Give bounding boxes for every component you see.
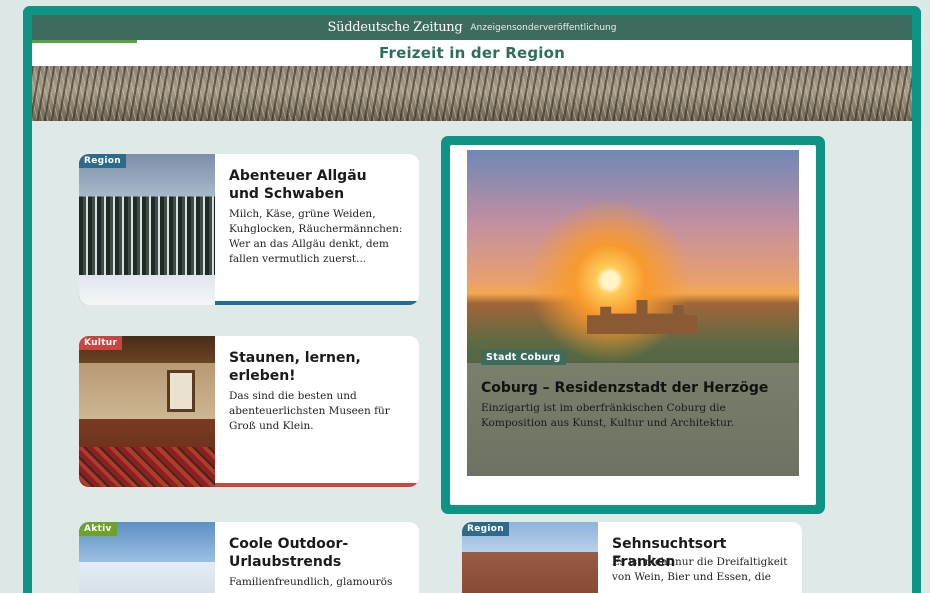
page-title: Freizeit in der Region	[379, 44, 565, 62]
title-accent-line	[32, 40, 137, 43]
card-image-museum	[79, 336, 215, 487]
card-teaser: Milch, Käse, grüne Weiden, Kuhglocken, R…	[229, 208, 403, 265]
grain-banner-image	[32, 66, 912, 121]
card-title[interactable]: Coole Outdoor-Urlaubstrends	[229, 535, 399, 571]
card-franken[interactable]: Region Sehnsuchtsort Franken Es ist nich…	[462, 522, 802, 593]
brand-subtitle: Anzeigensonderveröffentlichung	[470, 22, 617, 33]
category-tag: Aktiv	[79, 522, 117, 536]
advertorial-frame: Süddeutsche Zeitung Anzeigensonderveröff…	[23, 6, 921, 593]
coburg-sunset-image: Stadt Coburg Coburg – Residenzstadt der …	[467, 150, 799, 476]
featured-title[interactable]: Coburg – Residenzstadt der Herzöge	[481, 380, 768, 396]
top-bar: Süddeutsche Zeitung Anzeigensonderveröff…	[32, 15, 912, 40]
card-outdoor[interactable]: Aktiv Coole Outdoor-Urlaubstrends Famili…	[79, 522, 419, 593]
card-image-allgau	[79, 154, 215, 305]
card-teaser: Familienfreundlich, glamourös	[229, 576, 393, 588]
category-tag: Region	[79, 154, 126, 168]
category-tag: Kultur	[79, 336, 123, 350]
brand-logo[interactable]: Süddeutsche Zeitung	[328, 20, 463, 35]
featured-teaser: Einzigartig ist im oberfränkischen Cobur…	[481, 402, 735, 429]
category-tag: Region	[462, 522, 509, 536]
card-teaser: Das sind die besten und abenteuerlichste…	[229, 390, 390, 432]
title-bar: Freizeit in der Region	[32, 40, 912, 66]
featured-card-highlight: Stadt Coburg Coburg – Residenzstadt der …	[441, 136, 825, 514]
card-accent-bar	[215, 301, 419, 305]
card-title[interactable]: Staunen, lernen, erleben!	[229, 349, 399, 385]
card-allgau[interactable]: Region Abenteuer Allgäu und Schwaben Mil…	[79, 154, 419, 305]
card-title[interactable]: Abenteuer Allgäu und Schwaben	[229, 167, 399, 203]
card-accent-bar	[215, 483, 419, 487]
card-teaser: Es ist nicht nur die Dreifaltigkeit von …	[612, 556, 788, 583]
card-museen[interactable]: Kultur Staunen, lernen, erleben! Das sin…	[79, 336, 419, 487]
featured-card-coburg[interactable]: Stadt Coburg Coburg – Residenzstadt der …	[450, 145, 816, 505]
fortress-silhouette	[587, 300, 697, 334]
featured-tag: Stadt Coburg	[481, 350, 566, 365]
